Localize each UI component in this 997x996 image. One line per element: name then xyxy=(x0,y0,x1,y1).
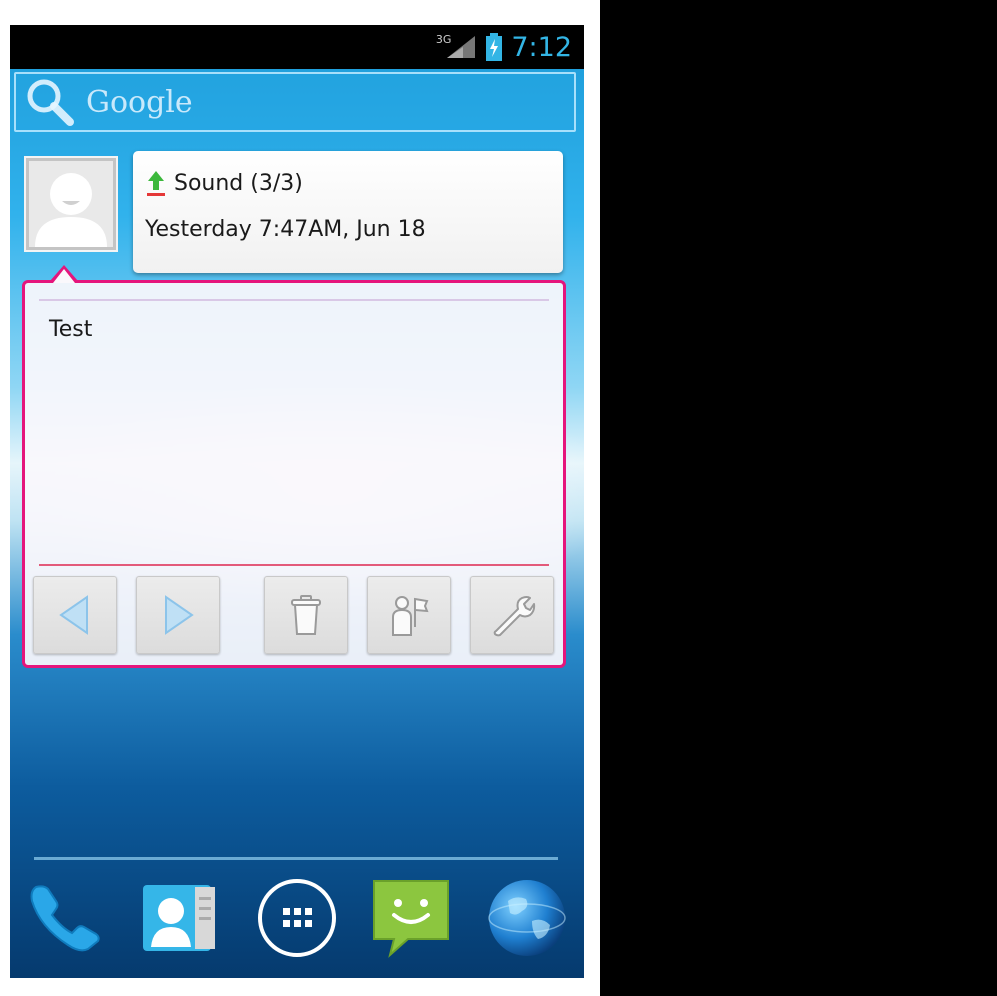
google-wordmark: Google xyxy=(86,84,193,120)
message-card: Test xyxy=(22,280,566,668)
clock: 7:12 xyxy=(511,31,572,63)
phone-screen: 3G 7:12 Google Sound (3/3) Yesterday 7:4… xyxy=(10,25,584,978)
contact-button[interactable] xyxy=(367,576,451,654)
wrench-icon xyxy=(493,596,536,637)
divider xyxy=(39,299,549,301)
battery-icon xyxy=(486,33,503,61)
phone-app-icon[interactable] xyxy=(22,877,104,959)
app-drawer-button[interactable] xyxy=(256,877,338,959)
contacts-icon xyxy=(143,885,215,951)
trash-icon xyxy=(291,595,321,635)
status-bar: 3G 7:12 xyxy=(10,25,584,69)
browser-globe-icon xyxy=(488,880,566,956)
dock-divider xyxy=(34,857,558,860)
avatar[interactable] xyxy=(26,158,116,250)
settings-button[interactable] xyxy=(470,576,554,654)
message-body: Test xyxy=(49,317,93,342)
next-button[interactable] xyxy=(136,576,220,654)
browser-app-icon[interactable] xyxy=(486,877,568,959)
card-pointer-fill xyxy=(53,269,75,283)
contact-flag-icon xyxy=(392,596,429,636)
phone-icon xyxy=(30,885,100,952)
previous-icon xyxy=(59,595,88,635)
delete-button[interactable] xyxy=(264,576,348,654)
messaging-app-icon[interactable] xyxy=(370,877,452,959)
notification-header[interactable]: Sound (3/3) Yesterday 7:47AM, Jun 18 xyxy=(133,151,563,273)
messaging-icon xyxy=(373,880,449,958)
search-icon xyxy=(27,79,74,126)
google-search-bar[interactable]: Google xyxy=(14,72,576,132)
black-background-panel xyxy=(600,0,997,996)
app-drawer-icon xyxy=(258,879,336,957)
previous-button[interactable] xyxy=(33,576,117,654)
network-type-label: 3G xyxy=(435,32,452,46)
next-icon xyxy=(165,595,194,635)
divider xyxy=(39,564,549,566)
notification-title: Sound (3/3) xyxy=(174,170,303,196)
notification-timestamp: Yesterday 7:47AM, Jun 18 xyxy=(145,217,426,242)
contacts-app-icon[interactable] xyxy=(139,877,221,959)
notification-title-row: Sound (3/3) xyxy=(145,169,563,197)
upload-arrow-icon xyxy=(147,171,165,196)
avatar-placeholder-icon xyxy=(35,173,107,247)
